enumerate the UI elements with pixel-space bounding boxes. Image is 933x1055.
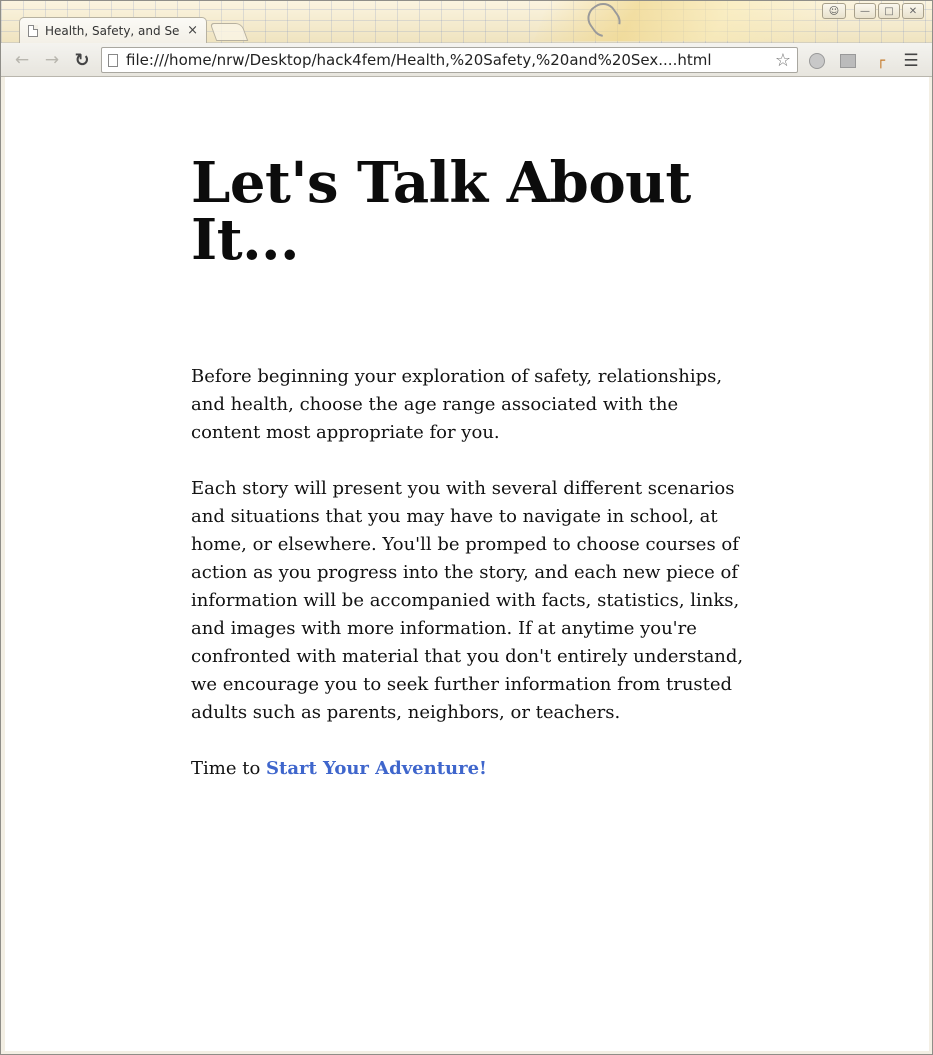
start-adventure-link[interactable]: Start Your Adventure! — [266, 758, 487, 779]
url-text[interactable]: file:///home/nrw/Desktop/hack4fem/Health… — [126, 51, 775, 69]
extension-icon[interactable] — [807, 51, 827, 71]
bookmark-star-icon[interactable]: ☆ — [775, 50, 791, 71]
forward-arrow-icon[interactable]: → — [41, 49, 63, 71]
extension-icon[interactable]: ┌ — [871, 51, 891, 71]
intro-paragraph: Before beginning your exploration of saf… — [191, 366, 723, 443]
page-content: Let's Talk About It... Before beginning … — [5, 77, 929, 1051]
theme-decoration — [533, 1, 849, 41]
extension-icon[interactable] — [838, 51, 858, 71]
minimize-button[interactable]: — — [854, 3, 876, 19]
page-icon — [108, 53, 118, 67]
page-favicon-icon — [28, 24, 38, 37]
cta-prefix: Time to — [191, 758, 266, 779]
browser-tab[interactable]: Health, Safety, and Se × — [19, 17, 207, 43]
description-paragraph: Each story will present you with several… — [191, 478, 744, 723]
new-tab-button[interactable] — [209, 23, 249, 41]
profile-icon[interactable]: ☺ — [822, 3, 846, 19]
article: Let's Talk About It... Before beginning … — [191, 150, 751, 780]
reload-icon[interactable]: ↻ — [71, 49, 93, 71]
browser-window: Health, Safety, and Se × ☺ — □ ✕ ← → ↻ f… — [0, 0, 933, 1055]
tab-strip: Health, Safety, and Se × ☺ — □ ✕ — [1, 1, 932, 43]
maximize-button[interactable]: □ — [878, 3, 900, 19]
tab-close-icon[interactable]: × — [187, 23, 198, 38]
tab-title: Health, Safety, and Se — [45, 23, 180, 38]
address-bar[interactable]: file:///home/nrw/Desktop/hack4fem/Health… — [101, 47, 798, 73]
page-title: Let's Talk About It... — [191, 150, 691, 273]
browser-toolbar: ← → ↻ file:///home/nrw/Desktop/hack4fem/… — [1, 43, 932, 77]
close-window-button[interactable]: ✕ — [902, 3, 924, 19]
cta-paragraph: Time to Start Your Adventure! — [191, 755, 751, 783]
back-arrow-icon[interactable]: ← — [11, 49, 33, 71]
hamburger-menu-icon[interactable]: ☰ — [901, 51, 921, 71]
